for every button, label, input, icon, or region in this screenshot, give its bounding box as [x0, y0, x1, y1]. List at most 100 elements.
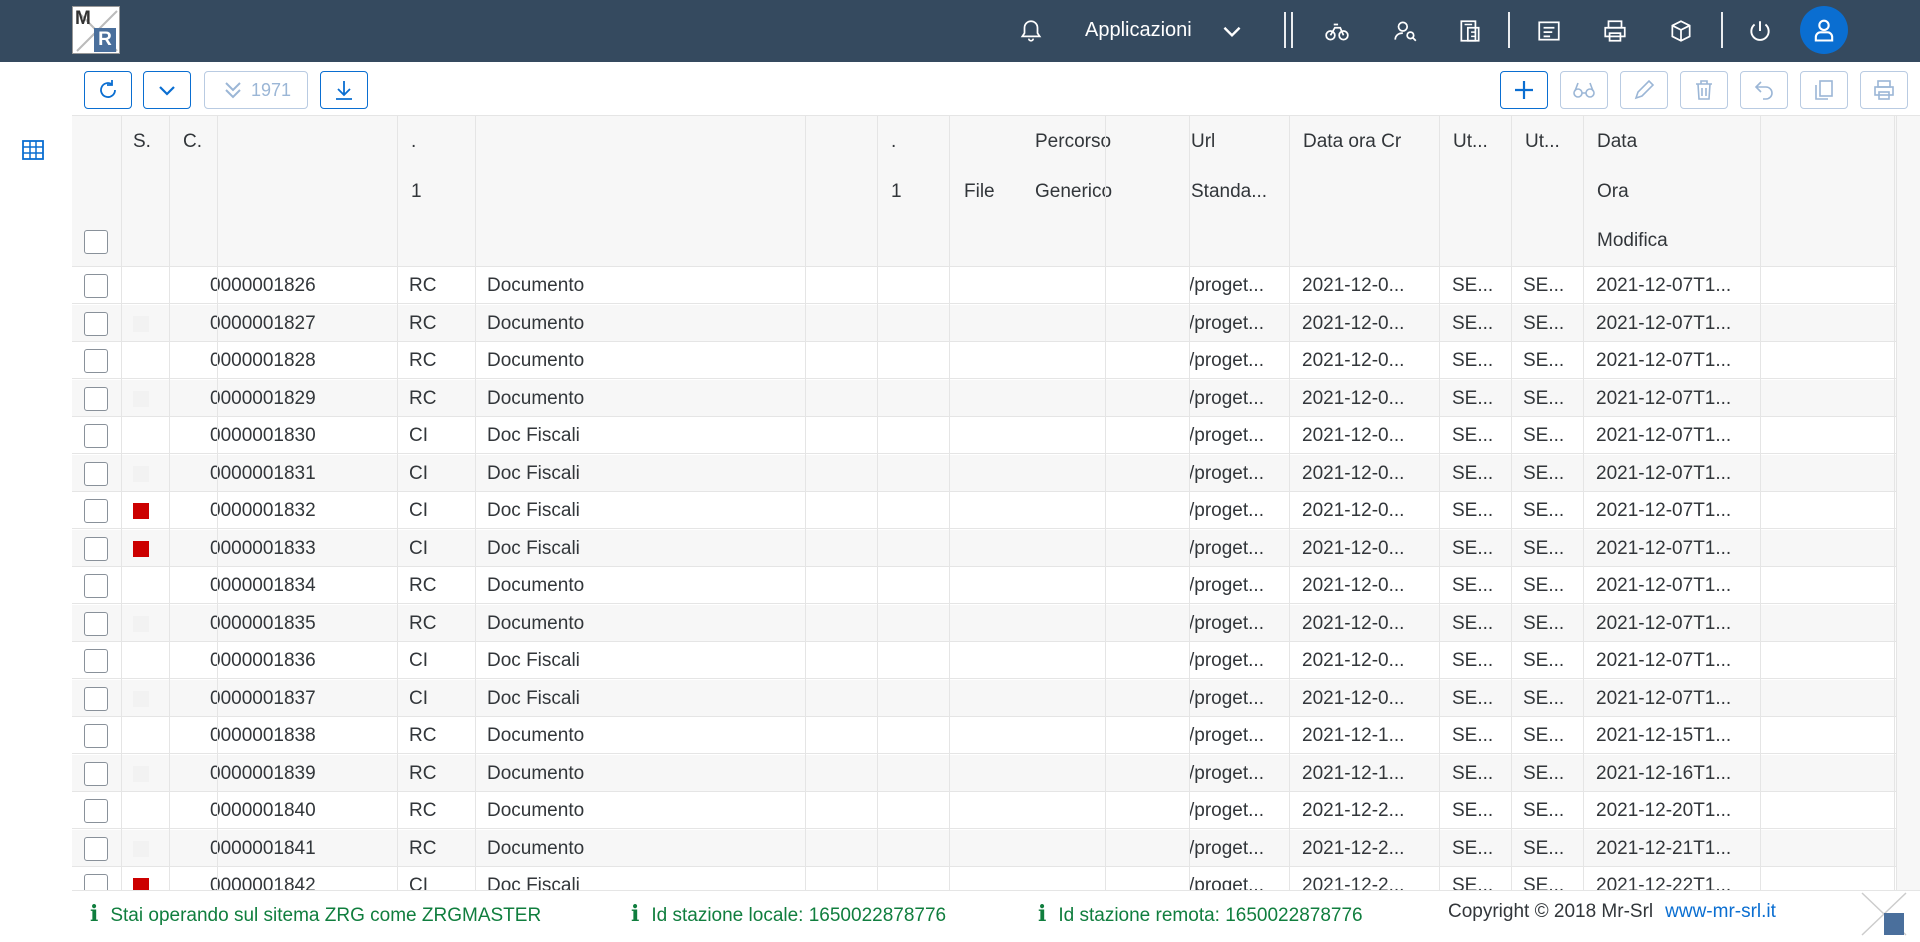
col-header-url[interactable]: Url [1191, 131, 1215, 153]
table-row[interactable]: 0000001833 CI Doc Fiscali/proget... 2021-12… [72, 529, 1920, 567]
box-button[interactable] [1664, 14, 1698, 48]
col-header-ut1[interactable]: Ut... [1453, 131, 1488, 153]
table-row[interactable]: 0000001838 RC Documento/proget... 2021-12-1… [72, 717, 1920, 754]
row-checkbox[interactable] [84, 649, 108, 673]
col-header-data[interactable]: Data [1597, 131, 1637, 153]
table-row[interactable]: 0000001839 RC Documento/proget... 2021-12-1… [72, 754, 1920, 792]
cell-id: 0000001839 [210, 762, 316, 784]
table-view-button[interactable] [21, 138, 45, 167]
bike-button[interactable] [1320, 14, 1354, 48]
row-checkbox[interactable] [84, 761, 108, 786]
cell-user-create: SE... [1452, 500, 1494, 521]
table-row[interactable]: 0000001828 RC Documento/proget... 2021-12-0… [72, 342, 1920, 379]
website-link[interactable]: www-mr-srl.it [1665, 901, 1776, 922]
col-header-dot1[interactable]: . [411, 131, 416, 153]
applications-menu-label[interactable]: Applicazioni [1085, 19, 1192, 42]
table-row[interactable]: 0000001842 CI Doc Fiscali/proget... 2021-12… [72, 867, 1920, 890]
user-search-button[interactable] [1388, 14, 1422, 48]
column-divider[interactable] [121, 116, 122, 890]
print-table-button[interactable] [1860, 71, 1908, 109]
print-button[interactable] [1598, 14, 1632, 48]
column-divider[interactable] [877, 116, 878, 890]
row-checkbox[interactable] [84, 799, 108, 823]
row-checkbox[interactable] [84, 424, 108, 448]
cell-created: 2021-12-0... [1302, 537, 1405, 559]
undo-button[interactable] [1740, 71, 1788, 109]
table-row[interactable]: 0000001837 CI Doc Fiscali/proget... 2021-12… [72, 679, 1920, 717]
column-divider[interactable] [1439, 116, 1440, 890]
column-divider[interactable] [169, 116, 170, 890]
table-row[interactable]: 0000001841 RC Documento/proget... 2021-12-2… [72, 829, 1920, 867]
row-checkbox[interactable] [84, 686, 108, 711]
logout-button[interactable] [1743, 14, 1777, 48]
col-header-s[interactable]: S. [133, 131, 151, 153]
row-checkbox[interactable] [84, 386, 108, 411]
table-row[interactable]: 0000001829 RC Documento/proget... 2021-12-0… [72, 379, 1920, 417]
company-logo[interactable]: M R [72, 6, 120, 54]
expand-button[interactable] [143, 71, 191, 109]
column-divider[interactable] [1189, 116, 1190, 890]
row-checkbox[interactable] [84, 611, 108, 636]
cell-user-create: SE... [1452, 312, 1494, 334]
row-checkbox[interactable] [84, 724, 108, 748]
select-all-checkbox[interactable] [84, 230, 108, 254]
column-divider[interactable] [949, 116, 950, 890]
row-checkbox[interactable] [84, 836, 108, 861]
column-divider[interactable] [1760, 116, 1761, 890]
copy-button[interactable] [1800, 71, 1848, 109]
download-button[interactable] [320, 71, 368, 109]
col-header-ut2[interactable]: Ut... [1525, 131, 1560, 153]
col-header-c[interactable]: C. [183, 131, 202, 153]
col-header-data-ora[interactable]: Data ora Cr [1303, 131, 1401, 153]
table-row[interactable]: 0000001834 RC Documento/proget... 2021-12-0… [72, 567, 1920, 604]
table-row[interactable]: 0000001836 CI Doc Fiscali/proget... 2021-12… [72, 642, 1920, 679]
chevron-down-icon [1223, 26, 1241, 38]
col-header-dot2[interactable]: . [891, 131, 896, 153]
applications-dropdown-button[interactable] [1215, 14, 1249, 48]
column-divider[interactable] [397, 116, 398, 890]
edit-button[interactable] [1620, 71, 1668, 109]
calculator-button[interactable] [1453, 14, 1487, 48]
table-row[interactable]: 0000001832 CI Doc Fiscali/proget... 2021-12… [72, 492, 1920, 529]
cell-url: /proget... [1189, 350, 1264, 371]
table-row[interactable]: 0000001830 CI Doc Fiscali/proget... 2021-12… [72, 417, 1920, 454]
table-row[interactable]: 0000001835 RC Documento/proget... 2021-12-0… [72, 604, 1920, 642]
row-checkbox[interactable] [84, 311, 108, 336]
load-all-button[interactable]: 1971 [204, 71, 308, 109]
cell-user-modify: SE... [1523, 275, 1565, 296]
add-button[interactable] [1500, 71, 1548, 109]
notifications-button[interactable] [1014, 14, 1048, 48]
cell-url: /proget... [1189, 612, 1264, 634]
view-button[interactable] [1560, 71, 1608, 109]
cell-url: /proget... [1189, 762, 1264, 784]
table-row[interactable]: 0000001826 RC Documento/proget... 2021-12-0… [72, 267, 1920, 304]
cell-code: RC [409, 762, 437, 784]
table-row[interactable]: 0000001831 CI Doc Fiscali/proget... 2021-12… [72, 454, 1920, 492]
user-avatar-button[interactable] [1800, 6, 1848, 54]
column-divider[interactable] [1289, 116, 1290, 890]
refresh-button[interactable] [84, 71, 132, 109]
column-divider[interactable] [805, 116, 806, 890]
table-row[interactable]: 0000001840 RC Documento/proget... 2021-12-2… [72, 792, 1920, 829]
col-header-file[interactable]: File [964, 181, 995, 203]
row-checkbox[interactable] [84, 349, 108, 373]
cell-modified: 2021-12-07T1... [1596, 312, 1732, 334]
row-checkbox[interactable] [84, 574, 108, 598]
row-checkbox[interactable] [84, 274, 108, 298]
column-divider[interactable] [1894, 116, 1895, 890]
column-divider[interactable] [217, 116, 218, 890]
row-checkbox[interactable] [84, 874, 108, 890]
delete-button[interactable] [1680, 71, 1728, 109]
column-divider[interactable] [475, 116, 476, 890]
column-divider[interactable] [1511, 116, 1512, 890]
row-checkbox[interactable] [84, 536, 108, 561]
status-indicator [133, 690, 149, 707]
row-checkbox[interactable] [84, 499, 108, 523]
table-row[interactable]: 0000001827 RC Documento/proget... 2021-12-0… [72, 304, 1920, 342]
list-button[interactable] [1532, 14, 1566, 48]
column-divider[interactable] [1105, 116, 1106, 890]
row-checkbox[interactable] [84, 461, 108, 486]
column-divider[interactable] [1583, 116, 1584, 890]
box-icon [1671, 20, 1691, 42]
col-header-percorso[interactable]: Percorso [1035, 131, 1111, 153]
